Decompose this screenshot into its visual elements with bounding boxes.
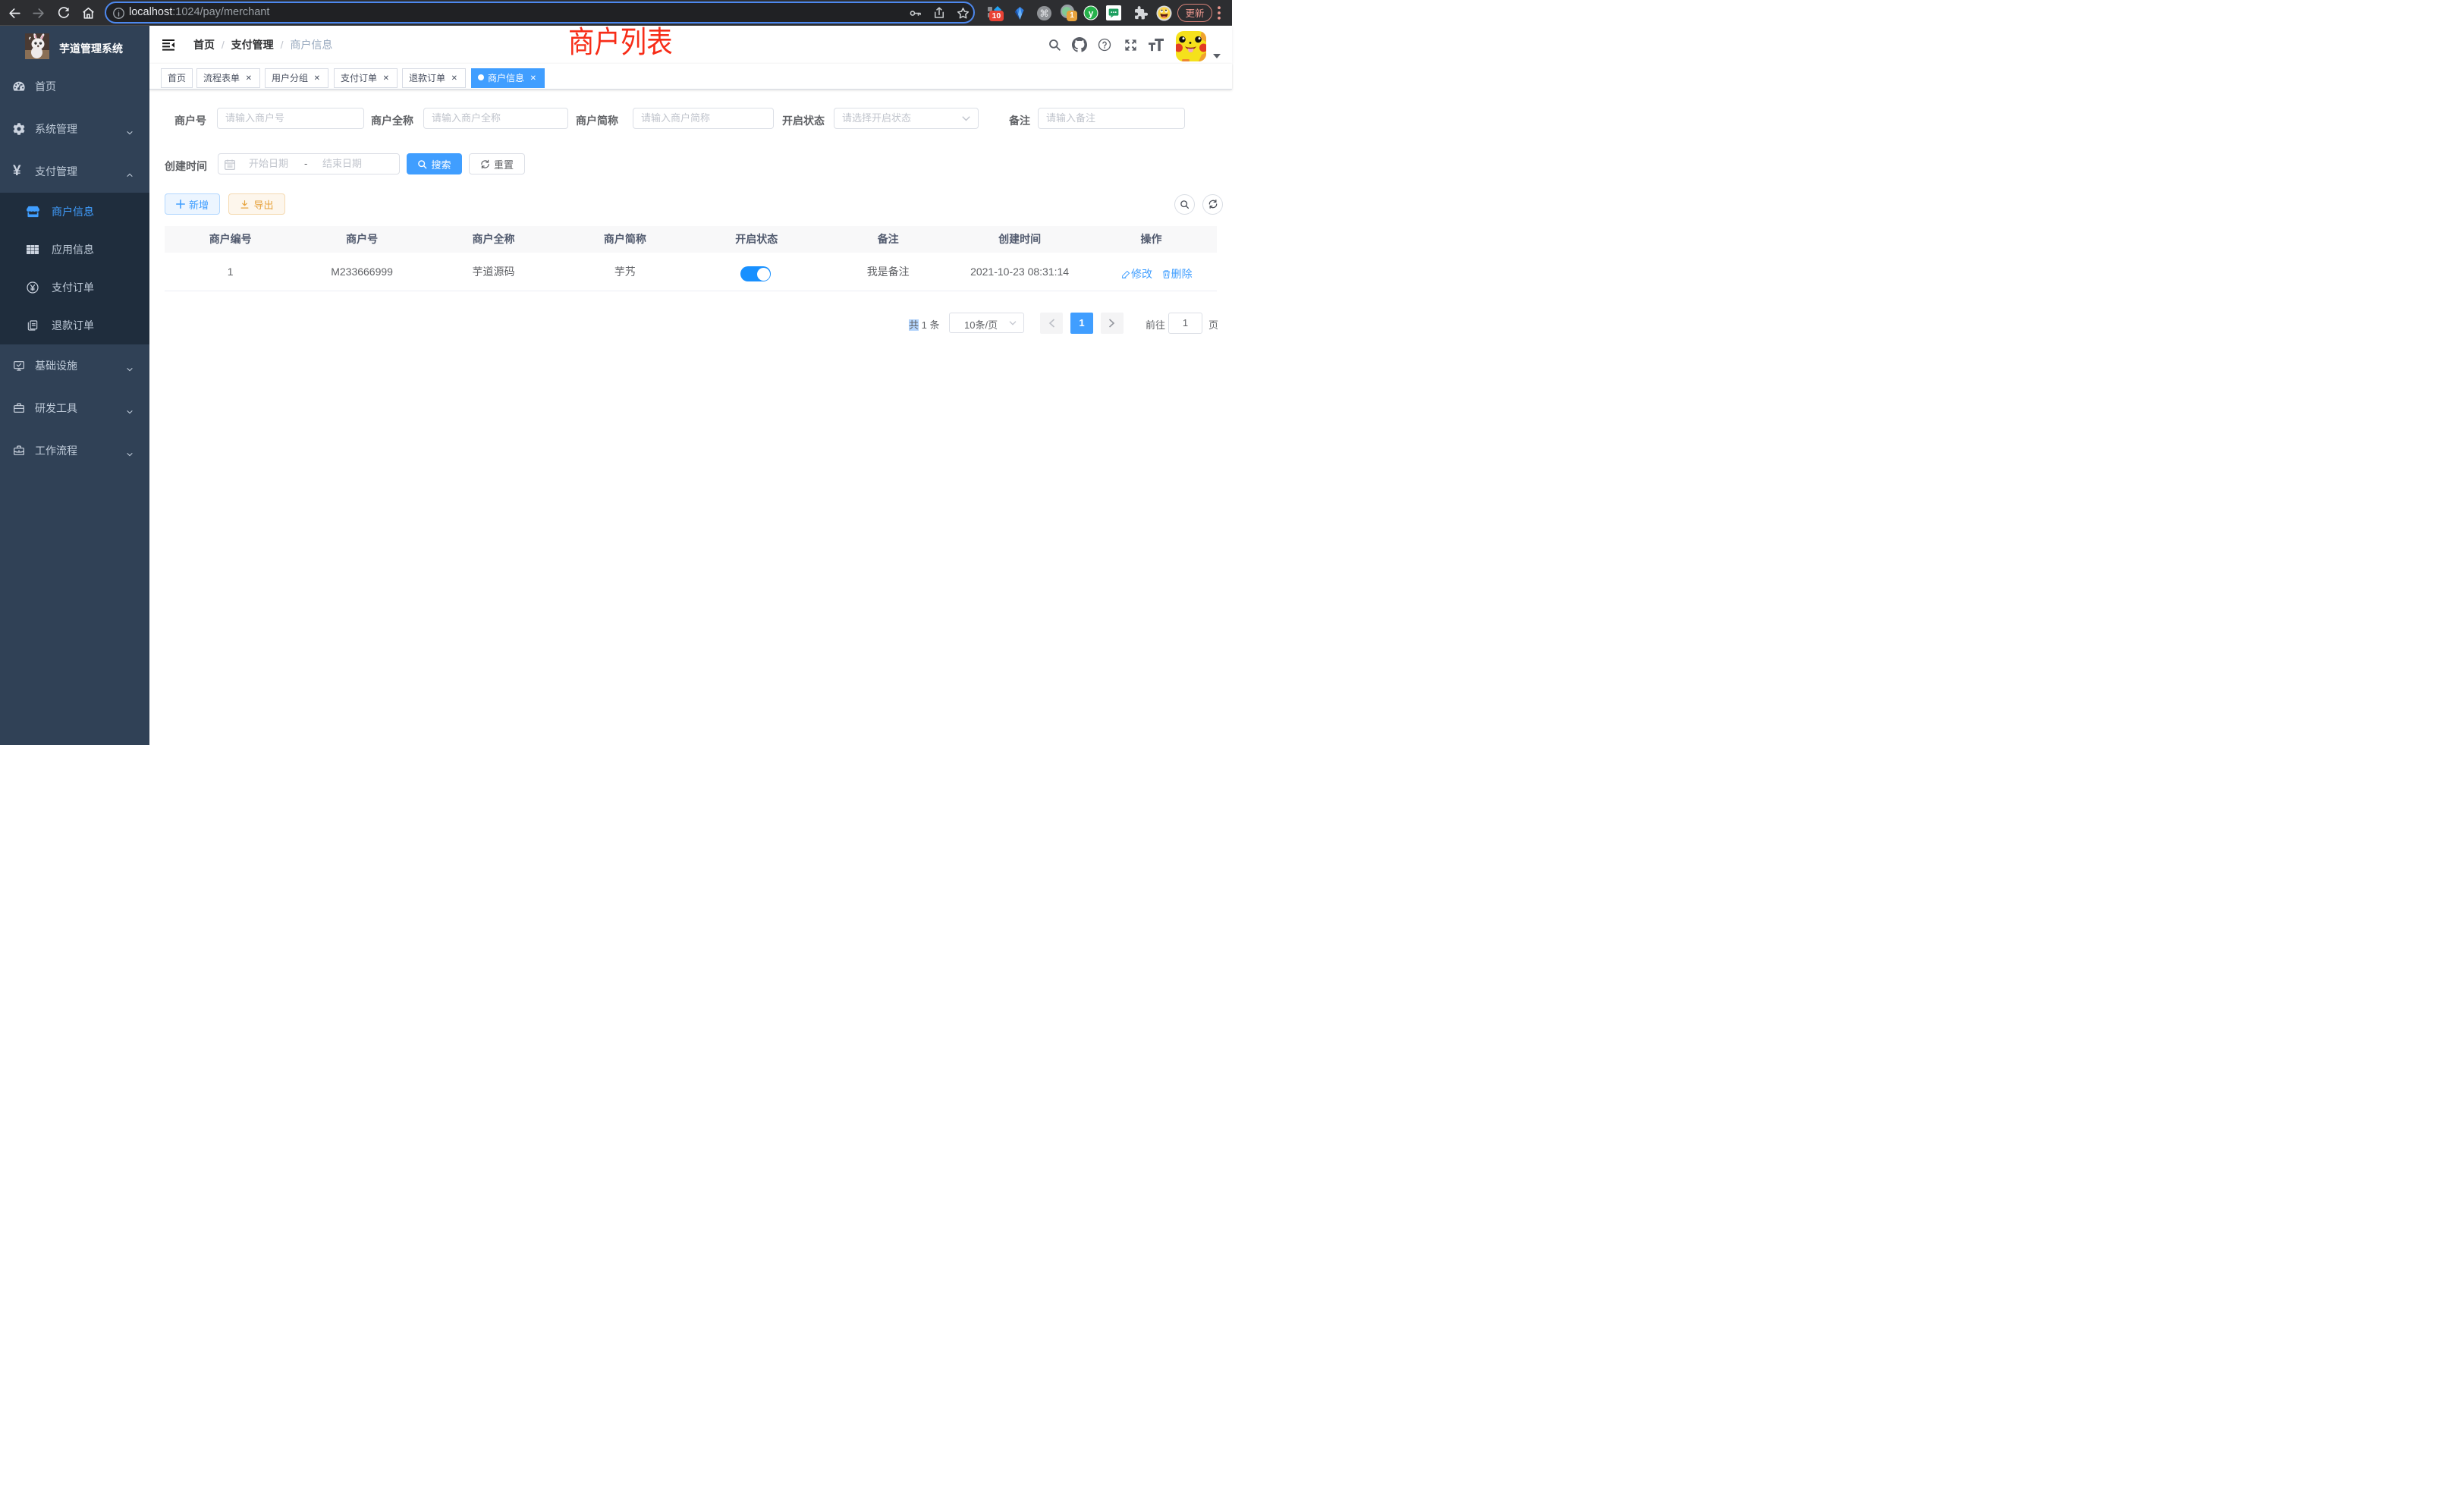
- svg-text:y: y: [1089, 8, 1094, 18]
- svg-text:⌘: ⌘: [1039, 8, 1048, 18]
